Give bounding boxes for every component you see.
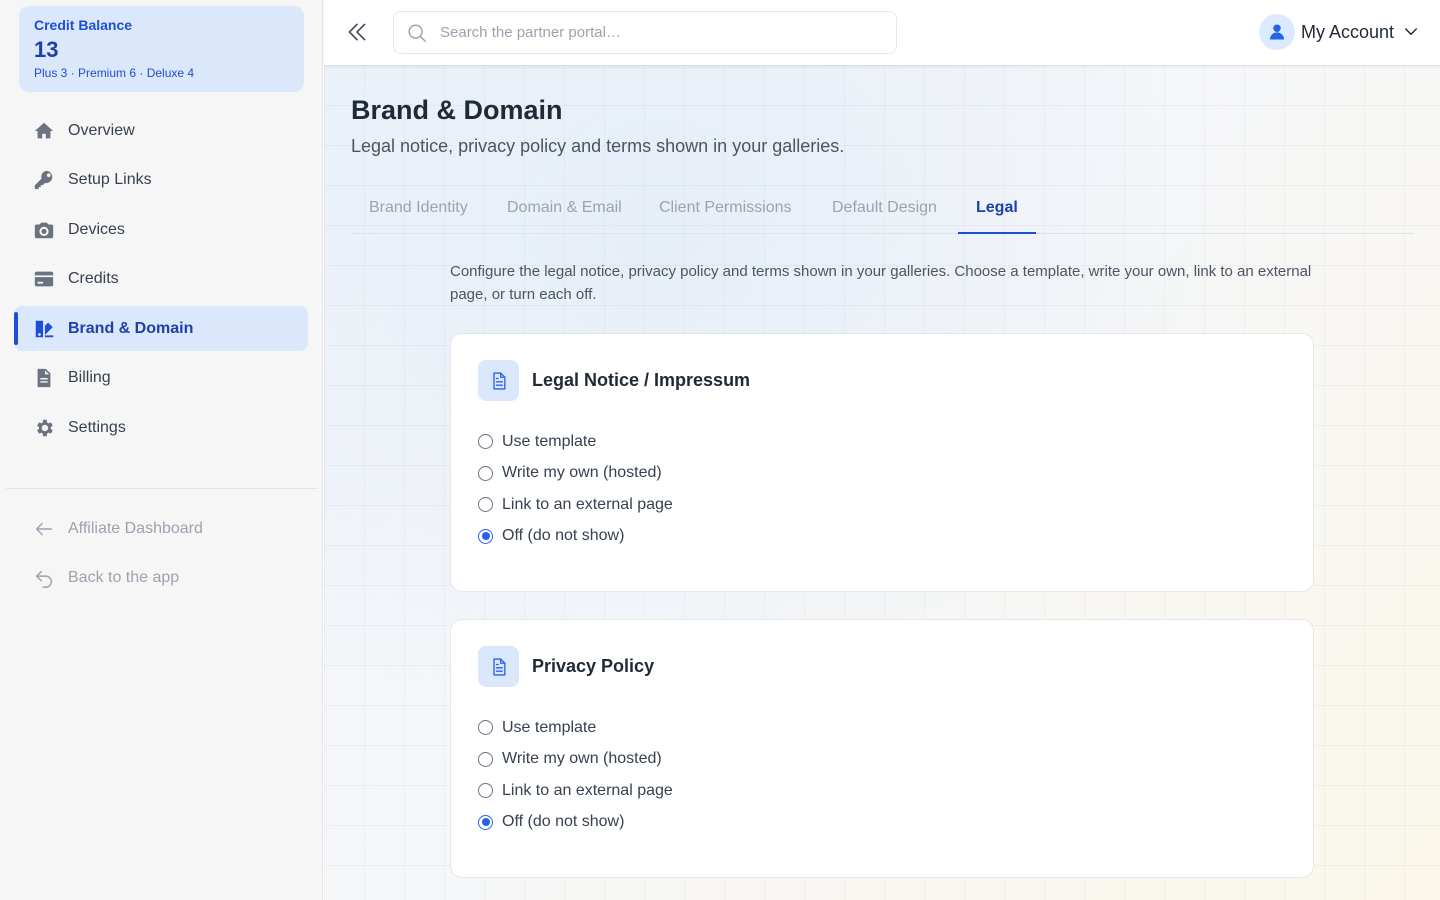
sidebar-divider: [6, 488, 318, 489]
page-subtitle: Legal notice, privacy policy and terms s…: [351, 136, 845, 156]
option-label: Use template: [502, 718, 597, 736]
main-content: Brand & Domain Legal notice, privacy pol…: [324, 65, 1440, 900]
sidebar-item-label: Setup Links: [68, 171, 152, 188]
option-write-own[interactable]: Write my own (hosted): [478, 744, 673, 776]
sidebar-item-label: Brand & Domain: [68, 319, 194, 337]
option-label: Write my own (hosted): [502, 750, 662, 768]
sidebar-item-billing[interactable]: Billing: [14, 356, 308, 401]
tab-default-design[interactable]: Default Design: [814, 189, 955, 234]
legal-notice-options: Use template Write my own (hosted) Link …: [478, 426, 673, 552]
search-input[interactable]: [440, 24, 880, 41]
search-icon: [406, 22, 428, 44]
card-header: Privacy Policy: [478, 646, 654, 687]
tab-domain-email[interactable]: Domain & Email: [489, 189, 640, 234]
account-menu[interactable]: My Account: [1258, 14, 1420, 50]
sidebar-item-label: Credits: [68, 270, 119, 287]
option-label: Use template: [502, 432, 597, 450]
privacy-policy-options: Use template Write my own (hosted) Link …: [478, 712, 673, 838]
return-icon: [33, 567, 55, 589]
sidebar-item-affiliate-dashboard[interactable]: Affiliate Dashboard: [14, 506, 308, 551]
gear-icon: [33, 417, 55, 439]
option-external-link[interactable]: Link to an external page: [478, 775, 673, 807]
sidebar-item-back-to-app[interactable]: Back to the app: [14, 556, 308, 601]
option-label: Off (do not show): [502, 813, 625, 831]
camera-icon: [33, 219, 55, 241]
avatar: [1258, 14, 1295, 50]
search-box[interactable]: [393, 11, 897, 54]
option-off[interactable]: Off (do not show): [478, 521, 673, 553]
sidebar-item-label: Settings: [68, 418, 126, 436]
credit-balance-title: Credit Balance: [34, 17, 133, 33]
option-write-own[interactable]: Write my own (hosted): [478, 458, 673, 490]
sidebar-nav: Overview Setup Links Devices Credits Bra…: [14, 108, 308, 455]
home-icon: [33, 120, 55, 142]
sidebar-item-label: Devices: [68, 220, 125, 238]
card-title: Legal Notice / Impressum: [532, 370, 751, 390]
credit-balance-breakdown: Plus 3 · Premium 6 · Deluxe 4: [34, 66, 195, 80]
top-bar: My Account: [324, 0, 1440, 65]
sidebar-item-label: Affiliate Dashboard: [68, 519, 203, 537]
page-title: Brand & Domain: [351, 95, 563, 125]
radio-button[interactable]: [478, 783, 493, 799]
sidebar-item-overview[interactable]: Overview: [14, 108, 308, 153]
sidebar-item-brand-domain[interactable]: Brand & Domain: [14, 306, 308, 351]
radio-button[interactable]: [478, 434, 493, 450]
document-icon: [33, 367, 55, 389]
legal-intro-text: Configure the legal notice, privacy poli…: [450, 263, 1312, 303]
sidebar: Credit Balance 13 Plus 3 · Premium 6 · D…: [0, 0, 323, 900]
sidebar-item-label: Billing: [68, 369, 111, 386]
option-label: Write my own (hosted): [502, 464, 662, 482]
sidebar-item-credits[interactable]: Credits: [14, 257, 308, 302]
file-text-icon: [478, 360, 519, 401]
option-external-link[interactable]: Link to an external page: [478, 489, 673, 521]
chevron-down-icon: [1402, 23, 1420, 41]
radio-button-selected[interactable]: [478, 528, 493, 544]
option-label: Off (do not show): [502, 527, 625, 545]
file-text-icon: [478, 646, 519, 687]
option-label: Link to an external page: [502, 781, 673, 799]
sidebar-secondary-nav: Affiliate Dashboard Back to the app: [14, 506, 308, 605]
option-use-template[interactable]: Use template: [478, 712, 673, 744]
sidebar-item-label: Overview: [68, 121, 135, 139]
arrow-left-icon: [33, 518, 55, 540]
radio-button[interactable]: [478, 497, 493, 513]
tab-legal[interactable]: Legal: [958, 189, 1036, 234]
credit-balance-card[interactable]: Credit Balance 13 Plus 3 · Premium 6 · D…: [19, 6, 304, 92]
legal-notice-card: Legal Notice / Impressum Use template Wr…: [450, 333, 1314, 592]
option-label: Link to an external page: [502, 495, 673, 513]
account-label: My Account: [1300, 21, 1394, 42]
sidebar-item-settings[interactable]: Settings: [14, 405, 308, 450]
radio-button[interactable]: [478, 720, 493, 736]
sidebar-item-label: Back to the app: [68, 569, 180, 586]
radio-button-selected[interactable]: [478, 814, 493, 830]
privacy-policy-card: Privacy Policy Use template Write my own…: [450, 619, 1314, 878]
credit-card-icon: [33, 268, 55, 290]
card-header: Legal Notice / Impressum: [478, 360, 750, 401]
collapse-sidebar-button[interactable]: [344, 19, 370, 45]
tab-bar: Brand Identity Domain & Email Client Per…: [351, 189, 1414, 234]
tab-client-permissions[interactable]: Client Permissions: [641, 189, 809, 234]
brand-icon: [33, 318, 55, 340]
key-icon: [33, 169, 55, 191]
sidebar-item-devices[interactable]: Devices: [14, 207, 308, 252]
card-title: Privacy Policy: [532, 656, 655, 676]
radio-button[interactable]: [478, 751, 493, 767]
credit-balance-value: 13: [34, 37, 59, 62]
tab-brand-identity[interactable]: Brand Identity: [351, 189, 486, 234]
sidebar-item-setup-links[interactable]: Setup Links: [14, 158, 308, 203]
radio-button[interactable]: [478, 465, 493, 481]
option-use-template[interactable]: Use template: [478, 426, 673, 458]
option-off[interactable]: Off (do not show): [478, 807, 673, 839]
user-icon: [1269, 24, 1285, 40]
double-chevron-left-icon: [348, 23, 366, 41]
